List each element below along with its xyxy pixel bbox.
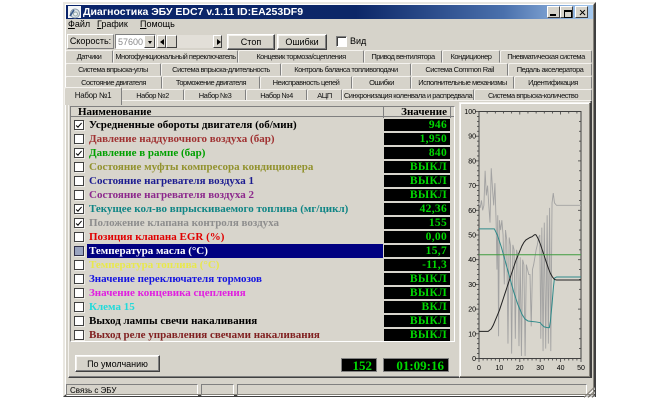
- svg-text:40: 40: [468, 257, 476, 264]
- svg-text:10: 10: [496, 365, 504, 372]
- svg-text:30: 30: [468, 282, 476, 289]
- svg-text:10: 10: [468, 331, 476, 338]
- svg-text:80: 80: [468, 158, 476, 165]
- svg-text:0: 0: [472, 356, 476, 363]
- svg-text:40: 40: [557, 365, 565, 372]
- svg-text:90: 90: [468, 134, 476, 141]
- svg-text:20: 20: [516, 365, 524, 372]
- svg-text:0: 0: [477, 365, 481, 372]
- svg-text:70: 70: [468, 183, 476, 190]
- svg-text:20: 20: [468, 307, 476, 314]
- svg-text:50: 50: [577, 365, 585, 372]
- svg-text:30: 30: [536, 365, 544, 372]
- svg-text:60: 60: [468, 208, 476, 215]
- svg-text:50: 50: [468, 233, 476, 240]
- svg-text:100: 100: [464, 109, 476, 116]
